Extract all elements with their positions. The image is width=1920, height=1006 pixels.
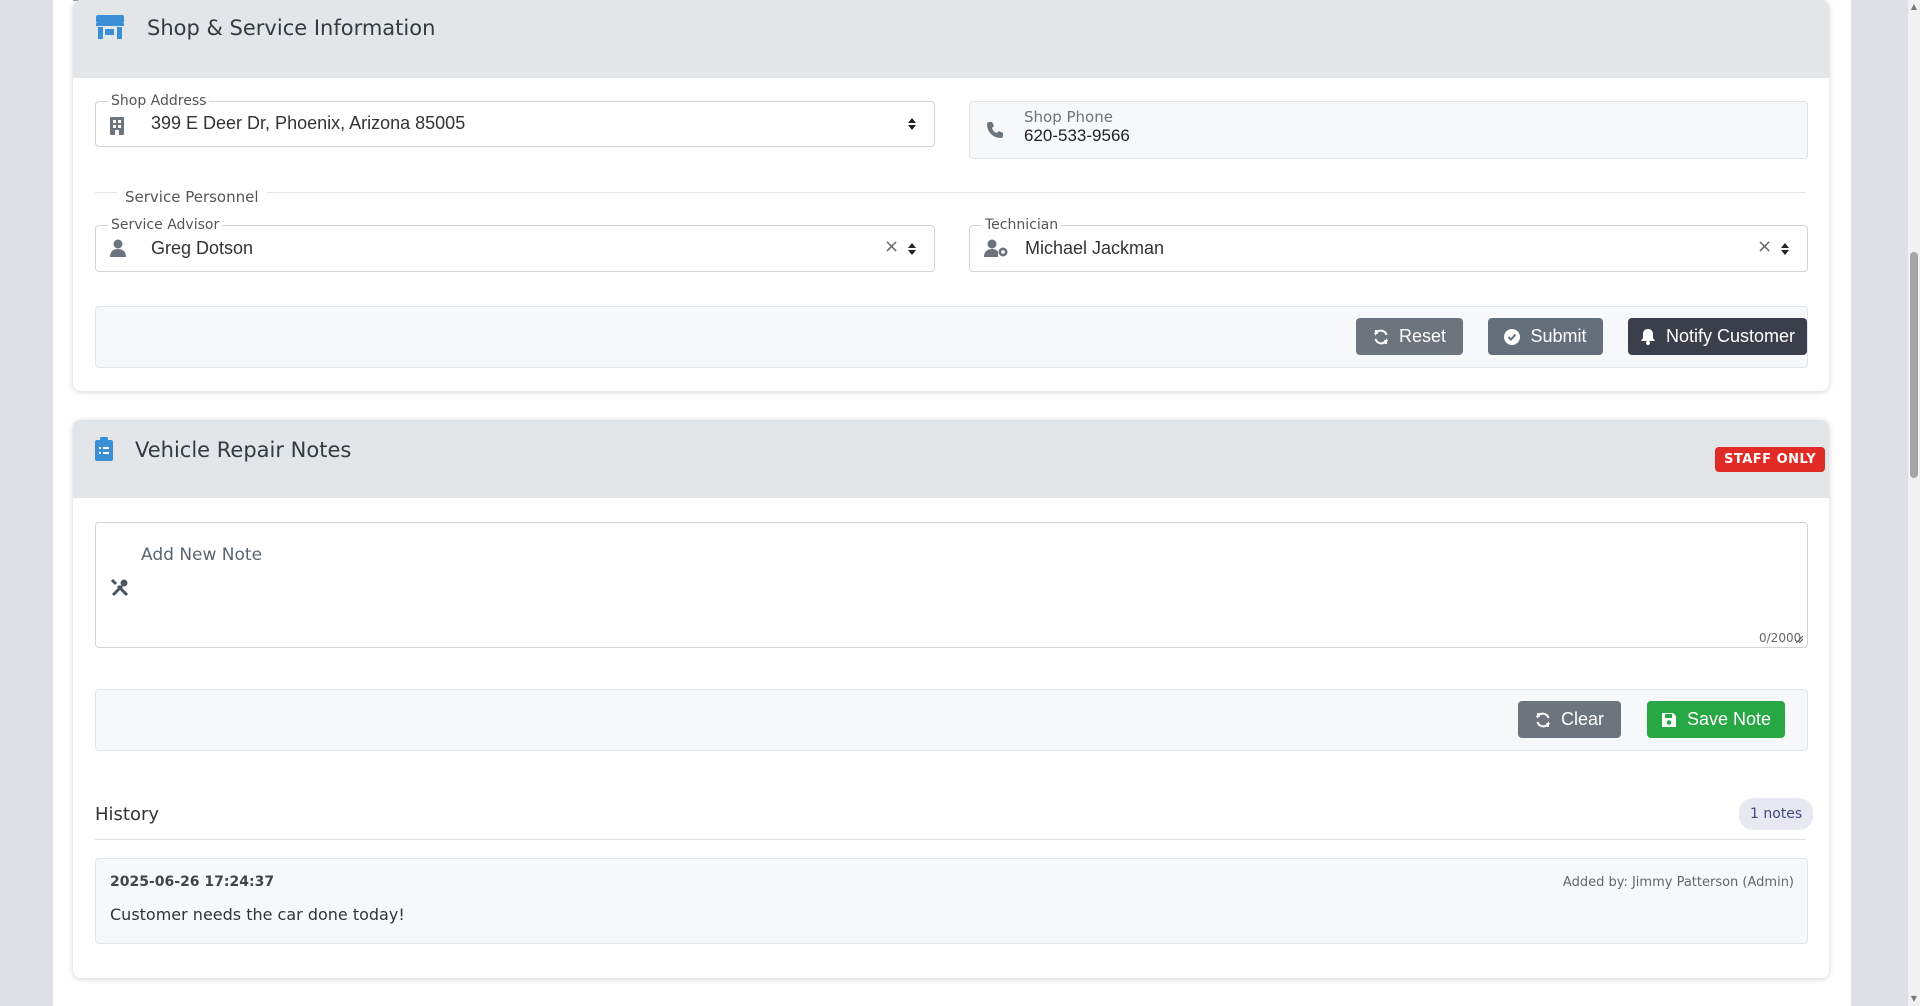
notes-count-badge: 1 notes [1739, 798, 1814, 830]
shop-service-card: Shop & Service Information Shop Address … [73, 0, 1829, 391]
scroll-thumb[interactable] [1910, 252, 1918, 478]
notify-customer-button[interactable]: Notify Customer [1628, 318, 1807, 355]
refresh-icon [1373, 329, 1388, 344]
shop-phone-label: Shop Phone [1024, 108, 1113, 126]
check-circle-icon [1504, 328, 1521, 345]
shop-action-bar: Reset Submit Notify Customer [95, 306, 1808, 368]
note-action-bar: Clear Save Note [95, 689, 1808, 751]
building-icon [110, 117, 124, 140]
shop-service-title: Shop & Service Information [147, 16, 436, 40]
refresh-icon [1535, 712, 1550, 727]
page-gutter-left [0, 0, 53, 1006]
select-arrows-icon [908, 243, 916, 255]
note-text: Customer needs the car done today! [110, 905, 405, 924]
shop-address-value: 399 E Deer Dr, Phoenix, Arizona 85005 [151, 113, 466, 133]
technician-select[interactable]: Technician Michael Jackman × [969, 218, 1808, 272]
history-title: History [95, 804, 160, 825]
shop-address-select[interactable]: Shop Address 399 E Deer Dr, Phoenix, Ari… [95, 94, 935, 147]
repair-notes-card: Vehicle Repair Notes STAFF ONLY Add New … [73, 420, 1829, 978]
repair-notes-title: Vehicle Repair Notes [135, 438, 352, 462]
scroll-down-icon[interactable]: ▼ [1908, 992, 1920, 1006]
user-icon [110, 239, 126, 262]
scroll-up-icon[interactable]: ▲ [1908, 0, 1920, 14]
shop-address-label: Shop Address [108, 94, 210, 108]
service-advisor-label: Service Advisor [108, 218, 223, 232]
reset-label: Reset [1398, 326, 1447, 346]
save-icon [1661, 712, 1676, 727]
staff-only-badge: STAFF ONLY [1715, 447, 1826, 472]
store-icon [95, 14, 125, 45]
page-gutter-right [1851, 0, 1908, 1006]
service-advisor-select[interactable]: Service Advisor Greg Dotson × [95, 218, 935, 272]
user-gear-icon [984, 239, 1008, 262]
reset-button[interactable]: Reset [1356, 318, 1463, 355]
bell-icon [1640, 329, 1655, 345]
add-note-label: Add New Note [141, 545, 263, 565]
page-scrollbar[interactable]: ▲ ▼ [1908, 0, 1920, 1006]
clipboard-icon [95, 437, 113, 466]
note-added-by: Added by: Jimmy Patterson (Admin) [1562, 875, 1794, 890]
select-arrows-icon [1781, 243, 1789, 255]
history-divider [95, 839, 1806, 840]
clear-button[interactable]: Clear [1518, 701, 1621, 738]
submit-button[interactable]: Submit [1488, 318, 1603, 355]
add-note-textarea[interactable]: Add New Note 0/2000 [95, 522, 1808, 648]
resize-handle-icon[interactable] [1796, 636, 1803, 643]
repair-notes-header: Vehicle Repair Notes STAFF ONLY [73, 420, 1829, 498]
select-arrows-icon [908, 118, 916, 130]
note-date: 2025-06-26 17:24:37 [110, 874, 275, 890]
save-note-button[interactable]: Save Note [1647, 701, 1785, 738]
personnel-divider [95, 192, 1806, 193]
technician-label: Technician [982, 218, 1062, 232]
char-count: 0/2000 [1759, 631, 1802, 645]
service-personnel-legend: Service Personnel [117, 188, 267, 206]
tools-icon [110, 578, 129, 602]
clear-label: Clear [1560, 709, 1604, 729]
technician-clear-icon[interactable]: × [1757, 236, 1772, 257]
phone-icon [986, 121, 1004, 144]
history-note-item: 2025-06-26 17:24:37 Added by: Jimmy Patt… [95, 858, 1808, 944]
shop-service-header: Shop & Service Information [73, 0, 1829, 78]
shop-phone-field[interactable]: Shop Phone 620-533-9566 [969, 101, 1808, 159]
service-advisor-clear-icon[interactable]: × [884, 236, 899, 257]
service-advisor-value: Greg Dotson [151, 238, 254, 258]
submit-label: Submit [1530, 326, 1587, 346]
technician-value: Michael Jackman [1025, 238, 1165, 258]
save-note-label: Save Note [1686, 709, 1772, 729]
notify-label: Notify Customer [1665, 326, 1796, 346]
shop-phone-value: 620-533-9566 [1024, 126, 1130, 145]
